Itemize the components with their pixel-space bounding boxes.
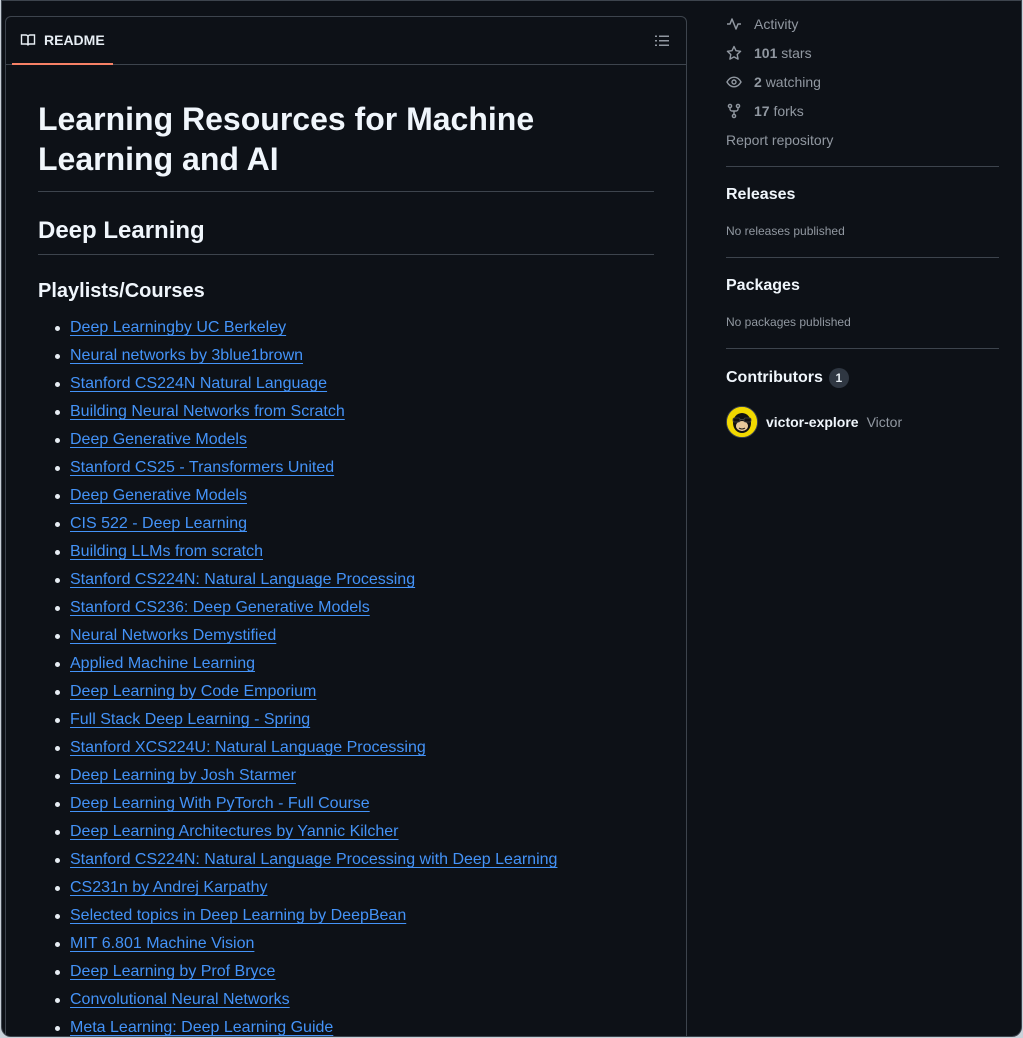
list-item: Convolutional Neural Networks bbox=[55, 990, 654, 1018]
course-link[interactable]: Deep Learning Architectures by Yannic Ki… bbox=[70, 823, 398, 840]
list-item: Meta Learning: Deep Learning Guide bbox=[55, 1018, 654, 1036]
list-item: Deep Learningby UC Berkeley bbox=[55, 318, 654, 346]
list-item: Stanford CS25 - Transformers United bbox=[55, 458, 654, 486]
list-item: Neural Networks Demystified bbox=[55, 626, 654, 654]
divider bbox=[726, 257, 999, 258]
course-link-list: Deep Learningby UC Berkeley Neural networ… bbox=[38, 318, 654, 1036]
subsection-heading: Playlists/Courses bbox=[38, 280, 205, 302]
avatar[interactable] bbox=[726, 406, 758, 438]
readme-title: Learning Resources for Machine Learning … bbox=[38, 99, 654, 192]
contributors-count-badge: 1 bbox=[828, 368, 849, 388]
stars-count: 101 bbox=[754, 44, 778, 61]
course-link[interactable]: Full Stack Deep Learning - Spring bbox=[70, 711, 310, 728]
readme-tab[interactable]: README bbox=[12, 17, 113, 65]
pulse-icon bbox=[727, 17, 741, 30]
list-item: Deep Learning by Code Emporium bbox=[55, 682, 654, 710]
course-link[interactable]: Neural networks by 3blue1brown bbox=[70, 347, 303, 364]
list-item: Stanford CS224N Natural Language bbox=[55, 374, 654, 402]
github-page: README Learning Resources for Machine Le… bbox=[1, 0, 1022, 1037]
activity-label: Activity bbox=[754, 15, 799, 32]
course-link[interactable]: Neural Networks Demystified bbox=[70, 627, 276, 644]
forks-count: 17 bbox=[754, 102, 770, 119]
readme-content: Learning Resources for Machine Learning … bbox=[6, 65, 686, 1036]
table-of-contents-button[interactable] bbox=[652, 31, 672, 51]
list-item: Deep Learning by Prof Bryce bbox=[55, 962, 654, 990]
contributors-heading-row: Contributors 1 bbox=[726, 368, 999, 388]
watching-count: 2 bbox=[754, 73, 762, 90]
course-link[interactable]: Deep Learning With PyTorch - Full Course bbox=[70, 795, 370, 812]
book-icon bbox=[20, 34, 36, 46]
packages-heading[interactable]: Packages bbox=[726, 277, 999, 295]
watching-label: watching bbox=[765, 73, 821, 90]
list-item: Deep Learning by Josh Starmer bbox=[55, 766, 654, 794]
repo-sidebar: Activity 101 stars 2 watching 17 forks R… bbox=[726, 1, 999, 438]
contributors-heading[interactable]: Contributors bbox=[726, 369, 823, 387]
course-link[interactable]: Deep Learning by Prof Bryce bbox=[70, 963, 275, 980]
divider bbox=[726, 348, 999, 349]
list-item: Selected topics in Deep Learning by Deep… bbox=[55, 906, 654, 934]
list-item: Stanford CS236: Deep Generative Models bbox=[55, 598, 654, 626]
list-item: CIS 522 - Deep Learning bbox=[55, 514, 654, 542]
contributor-login[interactable]: victor-explore bbox=[766, 414, 859, 430]
list-item: Stanford CS224N: Natural Language Proces… bbox=[55, 570, 654, 598]
readme-panel: README Learning Resources for Machine Le… bbox=[5, 16, 687, 1036]
stars-link[interactable]: 101 stars bbox=[726, 38, 999, 67]
course-link[interactable]: Building LLMs from scratch bbox=[70, 543, 263, 560]
forks-label: forks bbox=[773, 102, 804, 119]
monkey-avatar-icon bbox=[727, 407, 757, 437]
course-link[interactable]: Deep Learning by Code Emporium bbox=[70, 683, 316, 700]
star-icon bbox=[726, 45, 742, 60]
course-link[interactable]: Stanford CS25 - Transformers United bbox=[70, 459, 334, 476]
packages-note: No packages published bbox=[726, 315, 851, 329]
list-icon bbox=[655, 35, 669, 46]
course-link[interactable]: MIT 6.801 Machine Vision bbox=[70, 935, 254, 952]
course-link[interactable]: Stanford CS236: Deep Generative Models bbox=[70, 599, 370, 616]
readme-tab-label: README bbox=[44, 32, 105, 48]
course-link[interactable]: CS231n by Andrej Karpathy bbox=[70, 879, 267, 896]
course-link[interactable]: Applied Machine Learning bbox=[70, 655, 255, 672]
stars-label: stars bbox=[781, 44, 812, 61]
list-item: Deep Learning Architectures by Yannic Ki… bbox=[55, 822, 654, 850]
course-link[interactable]: Stanford CS224N Natural Language bbox=[70, 375, 327, 392]
course-link[interactable]: Deep Learningby UC Berkeley bbox=[70, 319, 286, 336]
activity-link[interactable]: Activity bbox=[726, 9, 999, 38]
releases-heading[interactable]: Releases bbox=[726, 186, 999, 204]
list-item: Deep Generative Models bbox=[55, 486, 654, 514]
releases-note: No releases published bbox=[726, 224, 845, 238]
list-item: MIT 6.801 Machine Vision bbox=[55, 934, 654, 962]
course-link[interactable]: Selected topics in Deep Learning by Deep… bbox=[70, 907, 406, 924]
forks-link[interactable]: 17 forks bbox=[726, 96, 999, 125]
list-item: Deep Learning With PyTorch - Full Course bbox=[55, 794, 654, 822]
course-link[interactable]: Stanford XCS224U: Natural Language Proce… bbox=[70, 739, 426, 756]
course-link[interactable]: Stanford CS224N: Natural Language Proces… bbox=[70, 851, 557, 868]
contributor-item[interactable]: victor-explore Victor bbox=[726, 406, 999, 438]
section-heading: Deep Learning bbox=[38, 216, 654, 255]
list-item: Stanford XCS224U: Natural Language Proce… bbox=[55, 738, 654, 766]
list-item: CS231n by Andrej Karpathy bbox=[55, 878, 654, 906]
fork-icon bbox=[727, 103, 741, 118]
readme-header: README bbox=[6, 17, 686, 65]
report-repository-link[interactable]: Report repository bbox=[726, 126, 999, 154]
list-item: Building Neural Networks from Scratch bbox=[55, 402, 654, 430]
course-link[interactable]: Deep Learning by Josh Starmer bbox=[70, 767, 296, 784]
eye-icon bbox=[726, 75, 742, 88]
list-item: Neural networks by 3blue1brown bbox=[55, 346, 654, 374]
course-link[interactable]: Stanford CS224N: Natural Language Proces… bbox=[70, 571, 415, 588]
list-item: Full Stack Deep Learning - Spring bbox=[55, 710, 654, 738]
list-item: Applied Machine Learning bbox=[55, 654, 654, 682]
list-item: Building LLMs from scratch bbox=[55, 542, 654, 570]
course-link[interactable]: Convolutional Neural Networks bbox=[70, 991, 290, 1008]
course-link[interactable]: Meta Learning: Deep Learning Guide bbox=[70, 1019, 333, 1036]
contributor-name: Victor bbox=[866, 414, 903, 430]
list-item: Deep Generative Models bbox=[55, 430, 654, 458]
course-link[interactable]: CIS 522 - Deep Learning bbox=[70, 515, 247, 532]
course-link[interactable]: Deep Generative Models bbox=[70, 487, 247, 504]
watching-link[interactable]: 2 watching bbox=[726, 67, 999, 96]
divider bbox=[726, 166, 999, 167]
course-link[interactable]: Building Neural Networks from Scratch bbox=[70, 403, 345, 420]
list-item: Stanford CS224N: Natural Language Proces… bbox=[55, 850, 654, 878]
course-link[interactable]: Deep Generative Models bbox=[70, 431, 247, 448]
